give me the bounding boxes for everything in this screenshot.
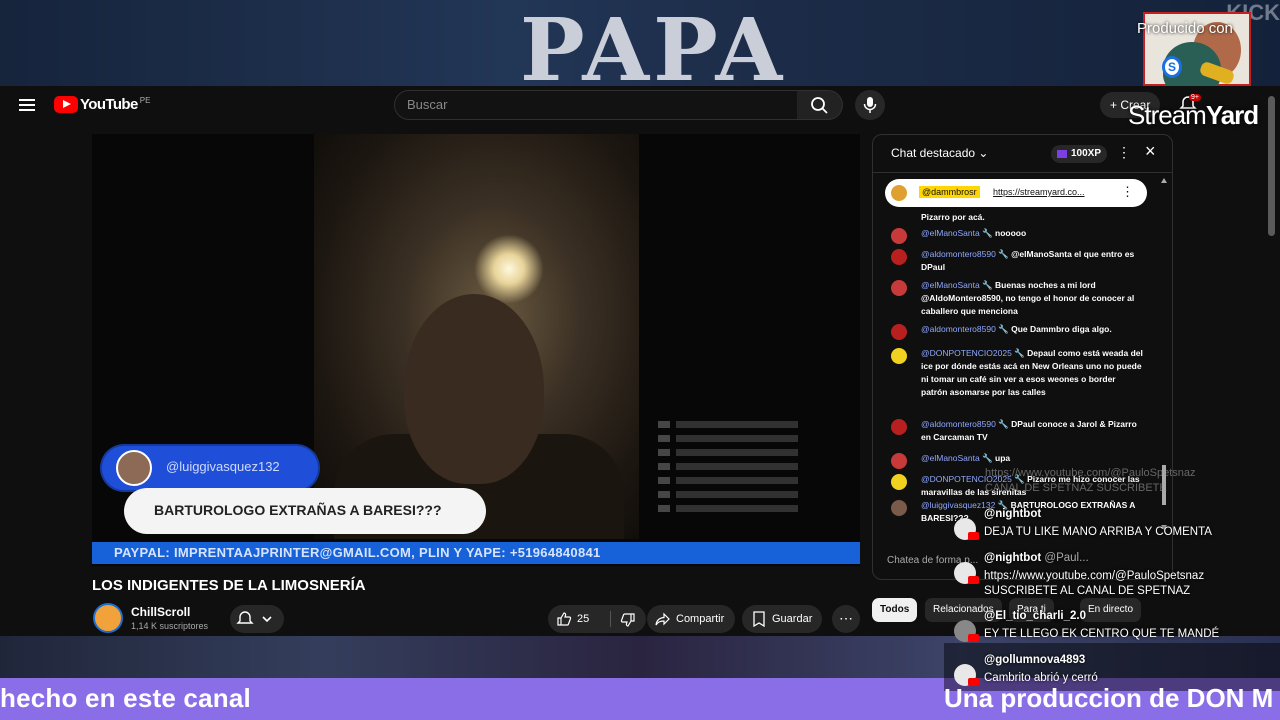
- bookmark-icon: [753, 611, 765, 627]
- comment-name-tag: @luiggivasquez132: [102, 446, 318, 490]
- person-head: [404, 294, 544, 484]
- chat-avatar[interactable]: [891, 453, 907, 469]
- bell-outline-icon: [236, 611, 272, 624]
- overlay-username: @nightbot: [984, 508, 1042, 520]
- logo-text: YouTube: [80, 96, 138, 113]
- voice-search-button[interactable]: [855, 90, 885, 120]
- overlay-text: DEJA TU LIKE MANO ARRIBA Y COMENTA: [984, 526, 1212, 538]
- like-dislike-group[interactable]: 25: [548, 605, 646, 633]
- like-count: 25: [577, 613, 590, 625]
- chat-avatar[interactable]: [891, 324, 907, 340]
- comment-bubble: BARTUROLOGO EXTRAÑAS A BARESI???: [124, 488, 486, 534]
- banner-title: PAPA: [520, 0, 787, 87]
- save-label: Guardar: [772, 613, 813, 625]
- screen: { "overlay": { "banner_text": "PAPA", "k…: [0, 0, 1280, 720]
- youtube-icon: [968, 532, 979, 540]
- overlay-text: Cambrito abrió y cerró: [984, 672, 1098, 684]
- chat-avatar[interactable]: [891, 474, 907, 490]
- thumbs-up-icon[interactable]: [556, 611, 572, 627]
- video-title: LOS INDIGENTES DE LA LIMOSNERÍA: [92, 577, 366, 594]
- youtube-logo[interactable]: YouTube PE: [54, 96, 150, 113]
- camera-feed: [314, 134, 639, 539]
- lamp-light: [474, 234, 544, 304]
- subscribe-bell-button[interactable]: [230, 605, 284, 633]
- ticker-left-text: hecho en este canal: [0, 683, 251, 713]
- paypal-ticker: PAYPAL: IMPRENTAAJPRINTER@GMAIL.COM, PLI…: [92, 542, 860, 564]
- overlay-text: https://www.youtube.com/@PauloSpetsnaz SU…: [984, 570, 1205, 597]
- region-code: PE: [139, 96, 151, 105]
- tab-todos[interactable]: Todos: [872, 598, 918, 622]
- youtube-icon: [968, 634, 979, 642]
- ghost-text: CANAL DE SPETNAZ SUSCRIBETE: [985, 482, 1167, 494]
- overlay-text: EY TE LLEGO EK CENTRO QUE TE MANDÉ: [984, 628, 1220, 640]
- chat-avatar[interactable]: [891, 419, 907, 435]
- search-icon: [811, 97, 828, 114]
- chat-avatar[interactable]: [891, 280, 907, 296]
- overlay-username: @gollumnova4893: [984, 654, 1086, 666]
- chat-avatar[interactable]: [891, 348, 907, 364]
- pinned-avatar: [891, 185, 907, 201]
- channel-avatar[interactable]: [93, 603, 123, 633]
- comment-username: @luiggivasquez132: [166, 459, 280, 474]
- share-icon: [655, 612, 670, 626]
- youtube-play-icon: [54, 96, 78, 113]
- search-button[interactable]: [797, 90, 843, 120]
- chat-avatar[interactable]: [891, 249, 907, 265]
- commenter-avatar: [116, 450, 152, 486]
- share-label: Compartir: [676, 613, 725, 625]
- embedded-chat-preview: [658, 414, 848, 532]
- chat-avatar[interactable]: [891, 228, 907, 244]
- channel-name[interactable]: ChillScroll: [131, 605, 190, 619]
- subscriber-count: 1,14 K suscriptores: [131, 621, 209, 631]
- youtube-icon: [968, 576, 979, 584]
- share-button[interactable]: Compartir: [647, 605, 735, 633]
- comment-text: BARTUROLOGO EXTRAÑAS A BARESI???: [154, 502, 442, 518]
- search-input[interactable]: Buscar: [394, 90, 798, 120]
- overlay-username: @nightbot @Paul...: [984, 552, 1089, 564]
- overlay-username: @El_tio_charli_2.0: [984, 610, 1086, 622]
- mic-icon: [863, 97, 877, 113]
- youtube-icon: [968, 678, 979, 686]
- menu-icon[interactable]: [19, 99, 35, 111]
- thumbs-down-icon[interactable]: [620, 612, 636, 628]
- ghost-link: https://www.youtube.com/@PauloSpetsnaz: [985, 467, 1196, 479]
- more-actions-button[interactable]: ⋯: [832, 605, 860, 633]
- video-player[interactable]: @luiggivasquez132 BARTUROLOGO EXTRAÑAS A…: [92, 134, 860, 566]
- overlay-handle: @Paul...: [1041, 552, 1089, 564]
- stream-overlay-chat: https://www.youtube.com/@PauloSpetsnaz C…: [950, 0, 1280, 720]
- save-button[interactable]: Guardar: [742, 605, 822, 633]
- chat-avatar[interactable]: [891, 500, 907, 516]
